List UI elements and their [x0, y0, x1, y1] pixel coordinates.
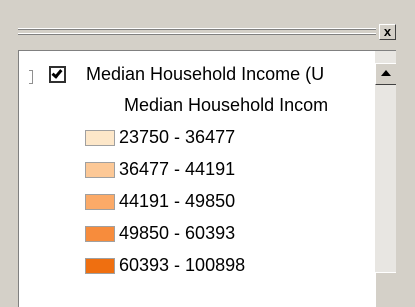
legend-swatch: [85, 130, 115, 146]
title-grip-bar[interactable]: [18, 28, 376, 38]
close-button[interactable]: x: [379, 24, 396, 40]
legend-label: 36477 - 44191: [119, 159, 236, 179]
check-icon: [51, 67, 63, 79]
vertical-scrollbar[interactable]: [375, 51, 396, 307]
legend-label: 44191 - 49850: [119, 191, 236, 211]
legend-label: 49850 - 60393: [119, 223, 236, 243]
tree-connector: [29, 70, 33, 84]
arrow-up-icon: [381, 70, 391, 76]
legend-swatch: [85, 194, 115, 210]
legend-label: 60393 - 100898: [119, 255, 246, 275]
legend-swatch: [85, 226, 115, 242]
legend-field-name: Median Household Incom: [124, 95, 329, 115]
table-of-contents-panel: x Median Household Income (U Median Hous…: [0, 0, 415, 307]
scroll-up-button[interactable]: [375, 63, 396, 85]
scroll-thumb[interactable]: [375, 272, 396, 307]
panel-right-edge: [396, 0, 415, 307]
layer-list: Median Household Income (U Median Househ…: [18, 50, 396, 307]
layer-visibility-checkbox[interactable]: [49, 66, 66, 83]
legend-swatch: [85, 162, 115, 178]
layer-name[interactable]: Median Household Income (U: [86, 64, 324, 85]
close-icon: x: [383, 24, 392, 39]
legend-swatch: [85, 258, 115, 274]
legend-label: 23750 - 36477: [119, 127, 236, 147]
